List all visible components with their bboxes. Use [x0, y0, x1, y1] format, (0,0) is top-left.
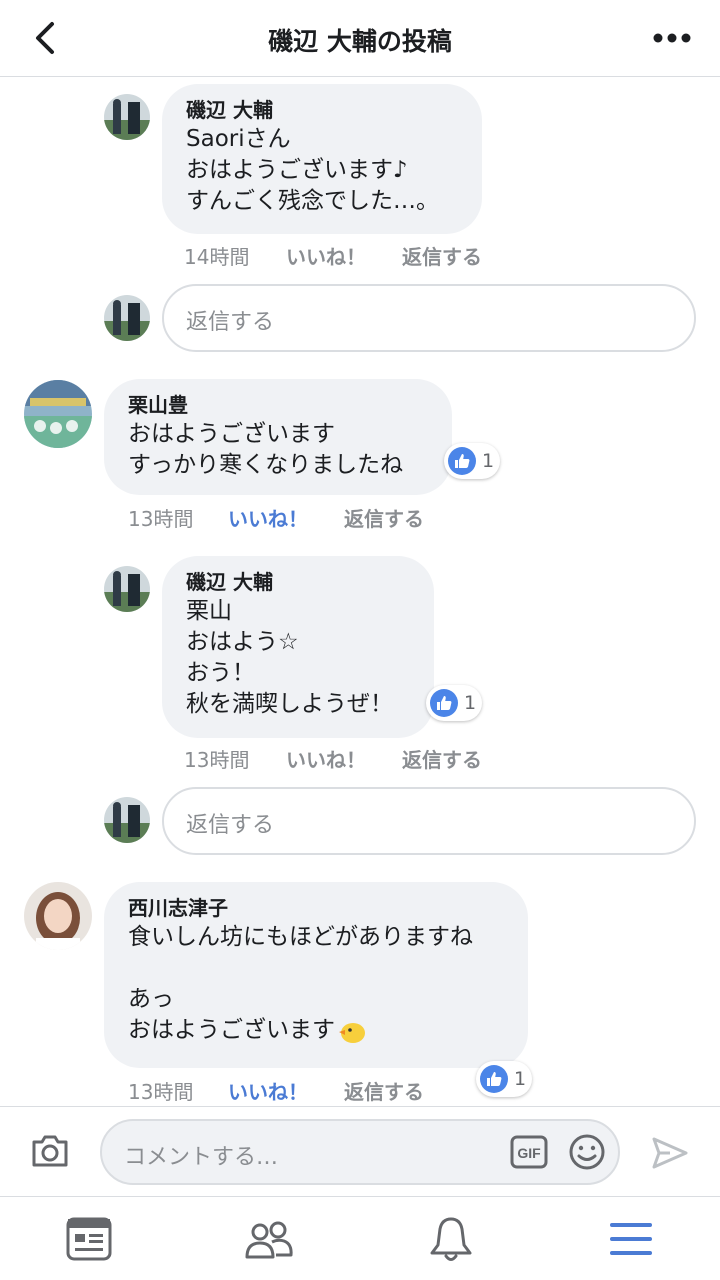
comment-text-line: おう！	[186, 660, 255, 686]
avatar[interactable]	[104, 566, 150, 612]
top-bar: 磯辺 大輔の投稿	[0, 0, 720, 77]
like-button[interactable]: いいね！	[228, 503, 308, 532]
notifications-bell-icon[interactable]	[426, 1215, 476, 1263]
camera-icon[interactable]	[30, 1133, 70, 1169]
reaction-count: 1	[464, 692, 477, 714]
reply-button[interactable]: 返信する	[344, 503, 424, 532]
comment-text-line: おはようございます	[128, 421, 335, 447]
reaction-count: 1	[514, 1068, 527, 1090]
comment-actions: 13時間 いいね！ 返信する	[128, 503, 448, 531]
comment-composer: コメントする… GIF	[0, 1106, 720, 1196]
comment-input[interactable]: コメントする… GIF	[100, 1119, 620, 1185]
avatar[interactable]	[24, 882, 92, 950]
comment-bubble: 磯辺 大輔 栗山 おはよう☆ おう！ 秋を満喫しようぜ！	[162, 556, 434, 738]
comment-timestamp: 13時間	[184, 748, 250, 772]
like-button[interactable]: いいね！	[286, 744, 366, 773]
comment-bubble: 磯辺 大輔 Saoriさん おはようございます♪ すんごく残念でした…。	[162, 84, 482, 234]
comment-actions: 13時間 いいね！ 返信する	[128, 1076, 448, 1104]
comment-bubble: 栗山豊 おはようございます すっかり寒くなりましたね	[104, 379, 452, 495]
friends-icon[interactable]	[244, 1215, 294, 1263]
comment-timestamp: 13時間	[128, 507, 194, 531]
comment-text-line: 食いしん坊にもほどがありますね	[128, 924, 473, 950]
comment-text-line: すっかり寒くなりましたね	[128, 452, 404, 478]
comment-text-line: 栗山	[186, 598, 232, 624]
like-reaction-icon	[430, 689, 458, 717]
like-button[interactable]: いいね！	[228, 1076, 308, 1105]
comment-text-line	[128, 953, 504, 984]
avatar[interactable]	[24, 380, 92, 448]
chick-emoji-icon	[337, 1017, 367, 1045]
comment-author[interactable]: 栗山豊	[128, 391, 428, 419]
send-icon[interactable]	[650, 1133, 690, 1173]
comment-author[interactable]: 西川志津子	[128, 894, 504, 922]
avatar[interactable]	[104, 94, 150, 140]
reaction-count-badge[interactable]: 1	[476, 1061, 533, 1097]
comment-text-line: Saoriさん	[186, 126, 291, 152]
menu-icon[interactable]	[606, 1215, 656, 1263]
comment-author[interactable]: 磯辺 大輔	[186, 96, 458, 124]
comment-text-row: おはようございます	[128, 1015, 504, 1046]
comment-author[interactable]: 磯辺 大輔	[186, 568, 410, 596]
comment-actions: 13時間 いいね！ 返信する	[184, 744, 504, 772]
like-reaction-icon	[448, 447, 476, 475]
reply-input[interactable]: 返信する	[162, 284, 696, 352]
avatar	[104, 295, 150, 341]
reaction-count: 1	[482, 450, 495, 472]
comment-text-line: おはよう☆	[186, 629, 299, 655]
more-options-icon[interactable]	[652, 24, 692, 52]
reply-button[interactable]: 返信する	[344, 1076, 424, 1105]
bottom-tab-bar	[0, 1196, 720, 1280]
comment-bubble: 西川志津子 食いしん坊にもほどがありますね あっ おはようございます	[104, 882, 528, 1068]
comment-timestamp: 13時間	[128, 1080, 194, 1104]
news-feed-icon[interactable]	[64, 1215, 114, 1263]
reply-input-placeholder: 返信する	[186, 813, 275, 838]
comment-text-line: おはようございます	[128, 1017, 335, 1043]
avatar	[104, 797, 150, 843]
like-reaction-icon	[480, 1065, 508, 1093]
comment-actions: 14時間 いいね！ 返信する	[184, 241, 504, 269]
page-title: 磯辺 大輔の投稿	[268, 27, 452, 56]
comment-text-line: すんごく残念でした…。	[186, 188, 439, 214]
reply-button[interactable]: 返信する	[402, 744, 482, 773]
reaction-count-badge[interactable]: 1	[444, 443, 501, 479]
gif-label: GIF	[517, 1145, 541, 1161]
reply-input[interactable]: 返信する	[162, 787, 696, 855]
comment-text-line: 秋を満喫しようぜ！	[186, 691, 393, 717]
emoji-icon[interactable]	[568, 1133, 606, 1171]
reply-input-placeholder: 返信する	[186, 310, 275, 335]
comment-text-line: あっ	[128, 986, 174, 1012]
comment-text-line: おはようございます♪	[186, 157, 408, 183]
like-button[interactable]: いいね！	[286, 241, 366, 270]
gif-button[interactable]: GIF	[510, 1135, 548, 1169]
reply-button[interactable]: 返信する	[402, 241, 482, 270]
reaction-count-badge[interactable]: 1	[426, 685, 483, 721]
comment-timestamp: 14時間	[184, 245, 250, 269]
comment-input-placeholder: コメントする…	[124, 1145, 279, 1170]
